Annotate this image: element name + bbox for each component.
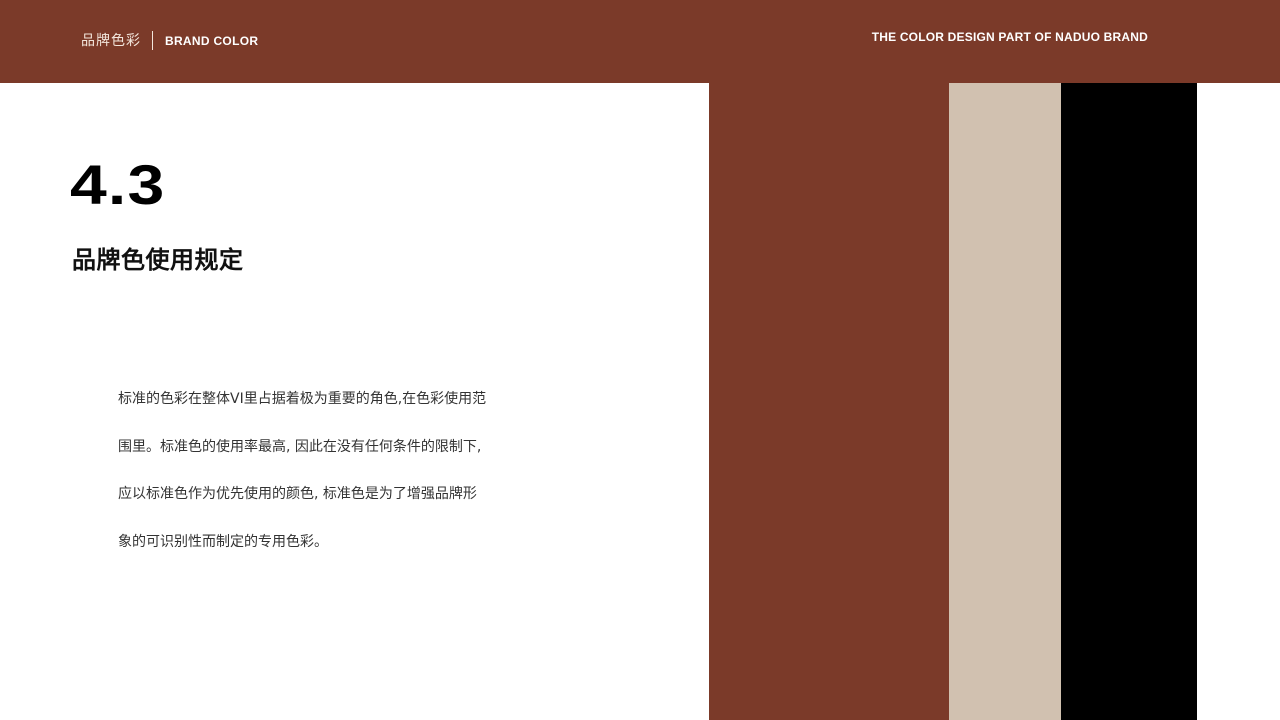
body-paragraph: 标准的色彩在整体VI里占据着极为重要的角色,在色彩使用范 围里。标准色的使用率最… [118, 376, 508, 566]
slide: 品牌色彩 BRAND COLOR THE COLOR DESIGN PART O… [0, 0, 1280, 720]
color-swatch-black [1061, 83, 1197, 720]
header-divider [152, 30, 153, 50]
section-title: 品牌色使用规定 [72, 246, 244, 274]
section-number: 4.3 [70, 153, 166, 216]
body-line: 围里。标准色的使用率最高, 因此在没有任何条件的限制下, [118, 438, 482, 455]
header-bar: 品牌色彩 BRAND COLOR THE COLOR DESIGN PART O… [0, 0, 1280, 83]
body-line: 象的可识别性而制定的专用色彩。 [118, 533, 328, 550]
header-section-cn: 品牌色彩 [81, 33, 141, 49]
header-tagline: THE COLOR DESIGN PART OF NADUO BRAND [871, 30, 1148, 44]
color-swatch-secondary [949, 83, 1061, 720]
header-section-label: 品牌色彩 BRAND COLOR [81, 30, 258, 50]
color-swatch-primary [709, 83, 949, 720]
header-section-en: BRAND COLOR [165, 33, 259, 48]
body-line: 标准的色彩在整体VI里占据着极为重要的角色,在色彩使用范 [118, 391, 487, 407]
body-line: 应以标准色作为优先使用的颜色, 标准色是为了增强品牌形 [118, 486, 477, 502]
